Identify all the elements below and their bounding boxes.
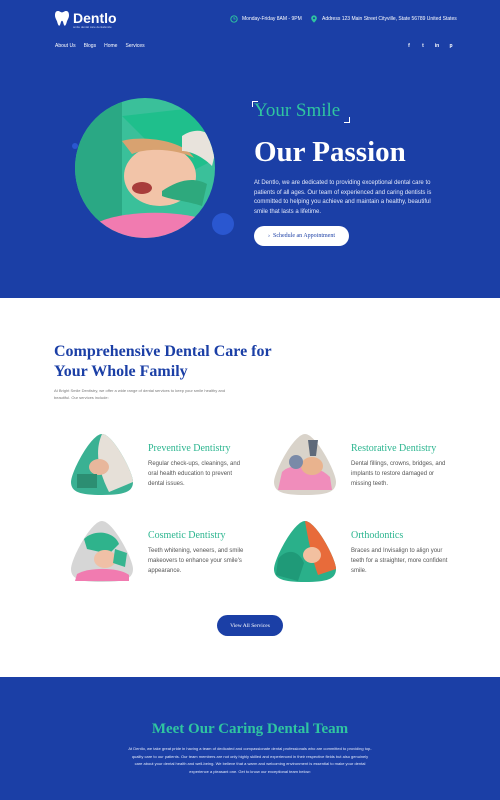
team-title: Meet Our Caring Dental Team xyxy=(151,721,349,737)
service-description: Braces and Invisalign to align your teet… xyxy=(351,548,448,574)
nav-item-about-us[interactable]: About Us xyxy=(55,43,76,49)
orthodontics-image xyxy=(274,521,336,582)
team-description: At Dentlo, we take great pride in having… xyxy=(128,746,372,774)
location-pin-icon xyxy=(311,15,317,23)
social-links: f t in p xyxy=(406,43,454,49)
service-card-restorative[interactable]: Restorative Dentistry Dental fillings, c… xyxy=(272,432,472,502)
service-description: Regular check-ups, cleanings, and oral h… xyxy=(148,461,241,487)
schedule-appointment-button[interactable]: › Schedule an Appointment xyxy=(254,226,349,246)
clock-icon xyxy=(230,15,238,23)
twitter-icon[interactable]: t xyxy=(420,43,426,49)
nav-item-home[interactable]: Home xyxy=(104,43,117,49)
service-title: Cosmetic Dentistry xyxy=(148,530,226,541)
logo-text: Dentlo xyxy=(73,10,117,26)
services-intro: At Bright Smile Dentistry, we offer a wi… xyxy=(54,388,226,400)
address-text: Address 123 Main Street Cityville, State… xyxy=(322,16,457,22)
hero-section: Dentlo smile dental care dentalsmile Mon… xyxy=(0,0,500,298)
hero-title: Our Passion xyxy=(254,136,406,168)
eyebrow-bracket-right xyxy=(344,117,350,123)
service-card-cosmetic[interactable]: Cosmetic Dentistry Teeth whitening, vene… xyxy=(69,519,269,589)
hero-eyebrow: Your Smile xyxy=(254,100,341,121)
nav-item-services[interactable]: Services xyxy=(125,43,144,49)
chevron-right-icon: › xyxy=(268,233,270,239)
tooth-logo-icon xyxy=(55,11,69,26)
hero-description: At Dentlo, we are dedicated to providing… xyxy=(254,180,432,215)
service-card-orthodontics[interactable]: Orthodontics Braces and Invisalign to al… xyxy=(272,519,472,589)
cta-label: Schedule an Appointment xyxy=(273,233,335,239)
nav-item-blogs[interactable]: Blogs xyxy=(84,43,97,49)
pinterest-icon[interactable]: p xyxy=(448,43,454,49)
restorative-dentistry-image xyxy=(274,434,336,495)
linkedin-icon[interactable]: in xyxy=(434,43,440,49)
hours-text: Monday-Friday 8AM - 9PM xyxy=(242,16,302,22)
service-card-preventive[interactable]: Preventive Dentistry Regular check-ups, … xyxy=(69,432,269,502)
view-all-services-button[interactable]: View All Services xyxy=(217,615,283,636)
service-title: Restorative Dentistry xyxy=(351,443,437,454)
team-section: Meet Our Caring Dental Team At Dentlo, w… xyxy=(0,677,500,800)
service-description: Teeth whitening, veneers, and smile make… xyxy=(148,548,244,574)
logo-tagline: smile dental care dentalsmile xyxy=(73,25,112,29)
main-nav: About Us Blogs Home Services xyxy=(55,43,145,49)
preventive-dentistry-image xyxy=(71,434,133,495)
logo[interactable]: Dentlo xyxy=(55,10,117,26)
cosmetic-dentistry-image xyxy=(71,521,133,582)
service-title: Orthodontics xyxy=(351,530,404,541)
hours-info: Monday-Friday 8AM - 9PM xyxy=(230,15,302,23)
services-title: Comprehensive Dental Care for Your Whole… xyxy=(54,343,272,380)
address-info: Address 123 Main Street Cityville, State… xyxy=(310,15,457,23)
facebook-icon[interactable]: f xyxy=(406,43,412,49)
service-title: Preventive Dentistry xyxy=(148,443,231,454)
hero-patient-image xyxy=(72,98,234,238)
service-description: Dental fillings, crowns, bridges, and im… xyxy=(351,461,446,487)
